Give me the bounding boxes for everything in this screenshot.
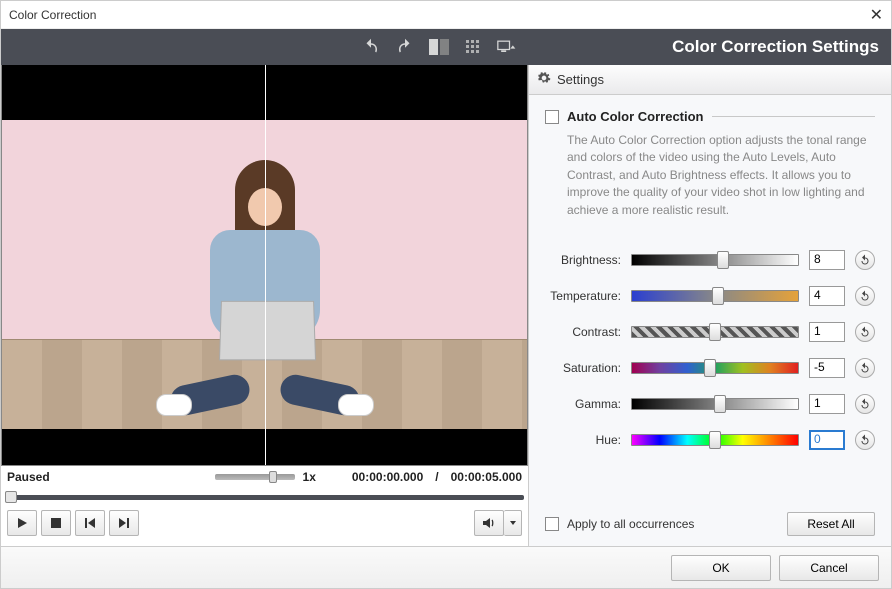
contrast-slider[interactable] [631, 326, 799, 338]
time-bar: Paused 1x 00:00:00.000 / 00:00:05.000 [1, 466, 528, 488]
ok-button[interactable]: OK [671, 555, 771, 581]
speed-slider[interactable] [215, 474, 295, 480]
next-frame-button[interactable] [109, 510, 139, 536]
settings-header: Settings [529, 65, 891, 95]
contrast-label: Contrast: [545, 325, 621, 339]
auto-color-label: Auto Color Correction [567, 109, 704, 124]
undo-icon[interactable] [361, 37, 381, 57]
saturation-label: Saturation: [545, 361, 621, 375]
hue-reset-button[interactable] [855, 430, 875, 450]
toolbar: Color Correction Settings [1, 29, 891, 65]
window-title: Color Correction [9, 8, 96, 22]
panel-heading: Color Correction Settings [672, 37, 879, 57]
split-divider[interactable] [265, 65, 266, 465]
contrast-input[interactable]: 1 [809, 322, 845, 342]
apply-all-checkbox[interactable] [545, 517, 559, 531]
temperature-reset-button[interactable] [855, 286, 875, 306]
time-current: 00:00:00.000 [352, 470, 423, 484]
temperature-row: Temperature: 4 [545, 285, 875, 307]
hue-label: Hue: [545, 433, 621, 447]
preview-column: Paused 1x 00:00:00.000 / 00:00:05.000 [1, 65, 528, 546]
saturation-slider[interactable] [631, 362, 799, 374]
brightness-reset-button[interactable] [855, 250, 875, 270]
gamma-slider[interactable] [631, 398, 799, 410]
apply-all-label: Apply to all occurrences [567, 517, 694, 531]
settings-panel: Settings Auto Color Correction The Auto … [528, 65, 891, 546]
brightness-row: Brightness: 8 [545, 249, 875, 271]
stop-button[interactable] [41, 510, 71, 536]
redo-icon[interactable] [395, 37, 415, 57]
gamma-label: Gamma: [545, 397, 621, 411]
temperature-slider[interactable] [631, 290, 799, 302]
playback-status: Paused [7, 470, 50, 484]
saturation-reset-button[interactable] [855, 358, 875, 378]
time-separator: / [435, 470, 438, 484]
seek-bar[interactable] [5, 488, 524, 506]
display-dropdown-icon[interactable] [497, 37, 517, 57]
volume-button[interactable] [474, 510, 504, 536]
saturation-input[interactable]: -5 [809, 358, 845, 378]
speed-value: 1x [303, 470, 316, 484]
prev-frame-button[interactable] [75, 510, 105, 536]
reset-all-button[interactable]: Reset All [787, 512, 875, 536]
title-bar: Color Correction ✕ [1, 1, 891, 29]
hue-input[interactable]: 0 [809, 430, 845, 450]
gamma-input[interactable]: 1 [809, 394, 845, 414]
close-icon[interactable]: ✕ [870, 5, 883, 25]
brightness-label: Brightness: [545, 253, 621, 267]
hue-row: Hue: 0 [545, 429, 875, 451]
settings-heading-label: Settings [557, 72, 604, 87]
cancel-button[interactable]: Cancel [779, 555, 879, 581]
time-total: 00:00:05.000 [451, 470, 522, 484]
auto-color-checkbox[interactable] [545, 110, 559, 124]
gear-icon [537, 71, 551, 88]
gamma-reset-button[interactable] [855, 394, 875, 414]
temperature-input[interactable]: 4 [809, 286, 845, 306]
auto-color-description: The Auto Color Correction option adjusts… [545, 132, 875, 219]
gamma-row: Gamma: 1 [545, 393, 875, 415]
temperature-label: Temperature: [545, 289, 621, 303]
saturation-row: Saturation: -5 [545, 357, 875, 379]
contrast-reset-button[interactable] [855, 322, 875, 342]
brightness-slider[interactable] [631, 254, 799, 266]
play-button[interactable] [7, 510, 37, 536]
volume-dropdown-button[interactable] [504, 510, 522, 536]
contrast-row: Contrast: 1 [545, 321, 875, 343]
brightness-input[interactable]: 8 [809, 250, 845, 270]
grid-icon[interactable] [463, 37, 483, 57]
video-preview[interactable] [1, 65, 528, 466]
hue-slider[interactable] [631, 434, 799, 446]
playback-controls [1, 506, 528, 540]
compare-split-icon[interactable] [429, 37, 449, 57]
dialog-footer: OK Cancel [1, 546, 891, 588]
